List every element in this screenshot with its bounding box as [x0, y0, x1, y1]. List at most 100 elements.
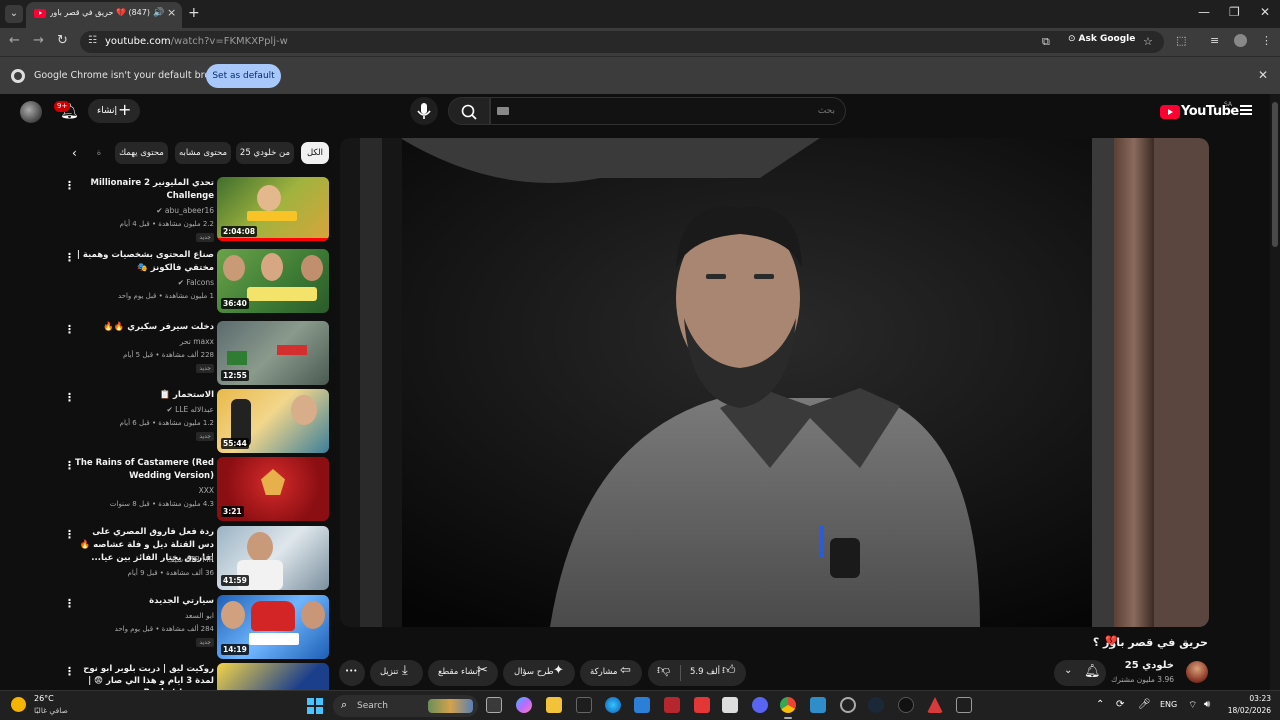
steam-icon[interactable]: [868, 697, 884, 713]
more-options-icon[interactable]: ⋮: [64, 391, 75, 404]
channel-avatar[interactable]: [1186, 661, 1208, 683]
page-scrollbar[interactable]: [1270, 94, 1280, 690]
terminal-icon[interactable]: [576, 697, 592, 713]
voice-search-button[interactable]: [410, 97, 438, 125]
speaker-icon[interactable]: 🔊: [153, 8, 164, 18]
video-thumbnail[interactable]: 2:04:08: [217, 177, 329, 241]
list-item[interactable]: 3:21 ♪ The Rains of Castamere (Red Weddi…: [60, 457, 332, 523]
list-item[interactable]: 14:19 سيارتي الجديدة ابو السعد 284 ألف م…: [60, 595, 332, 661]
video-title[interactable]: سيارتي الجديدة: [74, 595, 214, 608]
clock-time[interactable]: 03:23: [1226, 694, 1271, 703]
ask-button[interactable]: ✦ طرح سؤال: [503, 660, 575, 686]
tab-youtube[interactable]: (847) 💔 حريق في قصر باور 🔊 ×: [26, 2, 182, 28]
app-icon[interactable]: [898, 697, 914, 713]
app-icon[interactable]: [694, 697, 710, 713]
menu-icon[interactable]: [1240, 105, 1252, 115]
list-item[interactable]: 41:59 ردة فعل فاروق المصري على دس القتلة…: [60, 526, 332, 592]
chevron-up-icon[interactable]: ⌃: [1096, 699, 1104, 710]
more-options-icon[interactable]: ⋮: [64, 597, 75, 610]
subscribe-bell-button[interactable]: 🔔︎ ⌄: [1054, 660, 1106, 686]
list-item[interactable]: 36:40 صناع المحتوى بشخصيات وهمية | مختفي…: [60, 249, 332, 315]
ask-google-button[interactable]: ⊙ Ask Google: [1066, 34, 1139, 50]
notepad-icon[interactable]: [722, 697, 738, 713]
channel-name[interactable]: abu_abeer16 ✔: [74, 206, 214, 215]
video-thumbnail[interactable]: [217, 663, 329, 690]
copilot-icon[interactable]: [516, 697, 532, 713]
chrome-icon[interactable]: [780, 697, 796, 713]
app-icon[interactable]: [956, 697, 972, 713]
video-thumbnail[interactable]: 41:59: [217, 526, 329, 590]
avatar[interactable]: [20, 101, 42, 123]
bookmark-star-icon[interactable]: ☆: [1143, 35, 1153, 48]
video-title[interactable]: الاستحمار 📋: [74, 389, 214, 402]
list-item[interactable]: روكيت ليق | دربت بلوبر ابو نوح لمدة 3 اي…: [60, 663, 332, 690]
channel-name[interactable]: ابو السعد: [74, 611, 214, 620]
forward-arrow-icon[interactable]: →: [33, 33, 44, 48]
tab-close-icon[interactable]: ×: [167, 6, 176, 19]
discord-icon[interactable]: [752, 697, 768, 713]
search-button[interactable]: [448, 97, 490, 125]
more-options-icon[interactable]: ⋮: [64, 459, 75, 472]
search-input[interactable]: بحث: [490, 97, 846, 125]
more-options-icon[interactable]: ⋮: [64, 323, 75, 336]
maximize-button[interactable]: ❐: [1229, 5, 1240, 19]
like-dislike-button[interactable]: 👍︎ 5.9 ألف 👎︎: [648, 660, 746, 686]
share-button[interactable]: ⇦ مشاركة: [580, 660, 642, 686]
scroll-thumb[interactable]: [1272, 102, 1278, 247]
back-arrow-icon[interactable]: ←: [9, 33, 20, 48]
reload-icon[interactable]: ↻: [57, 33, 68, 48]
channel-name[interactable]: XXX: [74, 486, 214, 495]
reading-list-icon[interactable]: ≡: [1210, 34, 1219, 47]
url-text[interactable]: youtube.com/watch?v=FKMKXPplj-w: [105, 36, 288, 47]
more-actions-button[interactable]: •••: [339, 660, 365, 686]
video-thumbnail[interactable]: 3:21 ♪: [217, 457, 329, 521]
close-icon[interactable]: ✕: [1258, 68, 1268, 82]
more-options-icon[interactable]: ⋮: [64, 179, 75, 192]
chip-from-channel[interactable]: من خلودي 25: [236, 142, 294, 164]
browser-menu-icon[interactable]: ⋮: [1261, 34, 1272, 47]
chip-similar[interactable]: محتوى مشابه: [175, 142, 231, 164]
create-button[interactable]: إنشاء +: [88, 99, 140, 123]
wifi-icon[interactable]: ⌔: [1188, 699, 1197, 712]
weather-temperature[interactable]: 26°C: [34, 694, 54, 703]
channel-name[interactable]: maxx تحر: [74, 337, 214, 346]
download-button[interactable]: ⤓ تنزيل: [370, 660, 423, 686]
more-options-icon[interactable]: ⋮: [64, 665, 75, 678]
video-title[interactable]: روكيت ليق | دربت بلوبر ابو نوح لمدة 3 اي…: [74, 663, 214, 690]
chip-for-you[interactable]: محتوى يهمك: [115, 142, 168, 164]
close-window-button[interactable]: ✕: [1260, 5, 1270, 19]
video-thumbnail[interactable]: 55:44: [217, 389, 329, 453]
new-tab-button[interactable]: +: [188, 5, 200, 21]
channel-name[interactable]: خلودي 25: [1125, 660, 1174, 671]
taskbar-search[interactable]: ⌕ Search: [333, 695, 478, 717]
weather-sun-icon[interactable]: [11, 697, 26, 712]
site-info-icon[interactable]: ☷: [88, 35, 97, 46]
set-default-button[interactable]: Set as default: [206, 64, 281, 88]
minimize-button[interactable]: —: [1198, 5, 1210, 19]
video-title[interactable]: صناع المحتوى بشخصيات وهمية | مختفي فالكو…: [74, 249, 214, 275]
extensions-icon[interactable]: ⬚: [1176, 34, 1186, 47]
acrobat-icon[interactable]: [664, 697, 680, 713]
chevron-left-icon[interactable]: ‹: [72, 146, 77, 160]
keyboard-icon[interactable]: [497, 107, 509, 115]
tab-search-chevron-icon[interactable]: ⌄: [5, 5, 23, 23]
more-options-icon[interactable]: ⋮: [64, 528, 75, 541]
task-view-icon[interactable]: [486, 697, 502, 713]
channel-name[interactable]: Falcons ✔: [74, 278, 214, 287]
clock-date[interactable]: 18/02/2026: [1226, 706, 1271, 715]
install-app-icon[interactable]: ⧉: [1042, 35, 1050, 49]
app-icon[interactable]: [840, 697, 856, 713]
clip-button[interactable]: ✂ إنشاء مقطع: [428, 660, 498, 686]
input-language[interactable]: ENG: [1160, 700, 1177, 709]
list-item[interactable]: 2:04:08 تحدي المليونير Millionaire 2 Cha…: [60, 177, 332, 243]
app-icon[interactable]: [927, 697, 943, 713]
list-item[interactable]: 12:55 دخلت سيرفر سكيري 🔥🔥 maxx تحر 228 أ…: [60, 321, 332, 387]
video-title[interactable]: The Rains of Castamere (Red Wedding Vers…: [74, 457, 214, 483]
chip-all[interactable]: الكل: [301, 142, 329, 164]
channel-name[interactable]: عبدالاله LLE ✔: [74, 405, 214, 414]
video-thumbnail[interactable]: 12:55: [217, 321, 329, 385]
edge-icon[interactable]: [605, 697, 621, 713]
chip-partial[interactable]: ة: [94, 142, 104, 164]
volume-icon[interactable]: 🔊︎: [1204, 699, 1210, 710]
weather-description[interactable]: صافي غالبًا: [34, 706, 68, 715]
